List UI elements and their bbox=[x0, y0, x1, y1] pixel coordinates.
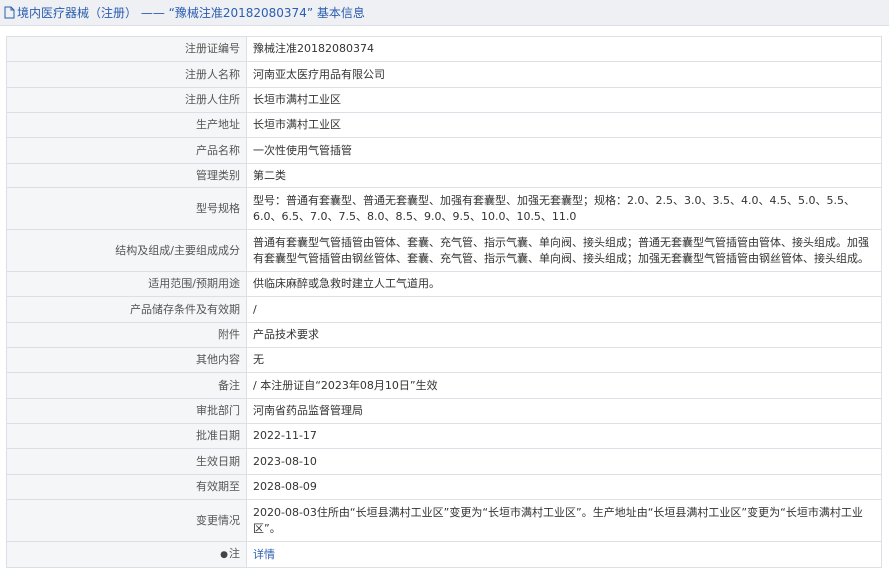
row-label: 产品储存条件及有效期 bbox=[6, 296, 247, 323]
note-value-cell: 详情 bbox=[246, 541, 882, 568]
row-value: 产品技术要求 bbox=[246, 322, 882, 348]
row-label: 生产地址 bbox=[6, 112, 247, 138]
page-header: 境内医疗器械（注册） —— “豫械注准20182080374” 基本信息 bbox=[0, 0, 889, 26]
table-row: 产品名称 一次性使用气管插管 bbox=[6, 137, 882, 164]
note-row: ●注 详情 bbox=[6, 541, 882, 568]
row-label: 注册人名称 bbox=[6, 61, 247, 88]
table-row: 产品储存条件及有效期 / bbox=[6, 296, 882, 323]
row-label: 注册人住所 bbox=[6, 87, 247, 113]
row-label: 附件 bbox=[6, 322, 247, 348]
table-row: 有效期至 2028-08-09 bbox=[6, 474, 882, 500]
document-icon bbox=[4, 6, 15, 19]
table-row: 其他内容无 bbox=[6, 347, 882, 373]
row-label: 管理类别 bbox=[6, 163, 247, 188]
row-label: 备注 bbox=[6, 372, 247, 399]
table-row: 注册人住所 长垣市满村工业区 bbox=[6, 87, 882, 113]
row-value: 普通有套囊型气管插管由管体、套囊、充气管、指示气囊、单向阀、接头组成；普通无套囊… bbox=[246, 229, 882, 272]
table-row: 生效日期 2023-08-10 bbox=[6, 448, 882, 475]
table-row: 备注 / 本注册证自“2023年08月10日”生效 bbox=[6, 372, 882, 399]
table-row: 管理类别 第二类 bbox=[6, 163, 882, 188]
row-label: 型号规格 bbox=[6, 187, 247, 230]
registration-info-table: 注册证编号 豫械注准20182080374 注册人名称 河南亚太医疗用品有限公司 注册人… bbox=[6, 36, 882, 568]
row-label: 变更情况 bbox=[6, 499, 247, 542]
row-label: 注册证编号 bbox=[6, 36, 247, 62]
row-label: 结构及组成/主要组成成分 bbox=[6, 229, 247, 272]
note-label: 注 bbox=[229, 547, 240, 560]
row-label: 有效期至 bbox=[6, 474, 247, 500]
row-value: 长垣市满村工业区 bbox=[246, 112, 882, 138]
row-value: 2020-08-03住所由“长垣县满村工业区”变更为“长垣市满村工业区”。生产地… bbox=[246, 499, 882, 542]
table-row: 型号规格 型号：普通有套囊型、普通无套囊型、加强有套囊型、加强无套囊型；规格：2.… bbox=[6, 187, 882, 230]
row-label: 产品名称 bbox=[6, 137, 247, 164]
row-value: 2023-08-10 bbox=[246, 448, 882, 475]
table-row: 变更情况 2020-08-03住所由“长垣县满村工业区”变更为“长垣市满村工业区”… bbox=[6, 499, 882, 542]
note-label-cell: ●注 bbox=[6, 541, 247, 568]
row-value: 2022-11-17 bbox=[246, 423, 882, 449]
row-value: 长垣市满村工业区 bbox=[246, 87, 882, 113]
row-value: 2028-08-09 bbox=[246, 474, 882, 500]
row-value: 第二类 bbox=[246, 163, 882, 188]
table-row: 结构及组成/主要组成成分 普通有套囊型气管插管由管体、套囊、充气管、指示气囊、单向… bbox=[6, 229, 882, 272]
table-row: 批准日期 2022-11-17 bbox=[6, 423, 882, 449]
table-row: 注册证编号 豫械注准20182080374 bbox=[6, 36, 882, 62]
row-label: 适用范围/预期用途 bbox=[6, 271, 247, 297]
page-title: 境内医疗器械（注册） —— “豫械注准20182080374” 基本信息 bbox=[17, 6, 365, 20]
pin-icon: ● bbox=[220, 550, 228, 560]
details-link[interactable]: 详情 bbox=[253, 548, 275, 561]
row-value: 供临床麻醉或急救时建立人工气道用。 bbox=[246, 271, 882, 297]
row-value: 一次性使用气管插管 bbox=[246, 137, 882, 164]
row-value: 型号：普通有套囊型、普通无套囊型、加强有套囊型、加强无套囊型；规格：2.0、2.… bbox=[246, 187, 882, 230]
table-row: 附件 产品技术要求 bbox=[6, 322, 882, 348]
row-value: 无 bbox=[246, 347, 882, 373]
row-value: 河南亚太医疗用品有限公司 bbox=[246, 61, 882, 88]
row-value: / 本注册证自“2023年08月10日”生效 bbox=[246, 372, 882, 399]
row-label: 批准日期 bbox=[6, 423, 247, 449]
row-label: 其他内容 bbox=[6, 347, 247, 373]
table-row: 适用范围/预期用途 供临床麻醉或急救时建立人工气道用。 bbox=[6, 271, 882, 297]
table-row: 注册人名称 河南亚太医疗用品有限公司 bbox=[6, 61, 882, 88]
table-row: 生产地址 长垣市满村工业区 bbox=[6, 112, 882, 138]
table-row: 审批部门 河南省药品监督管理局 bbox=[6, 398, 882, 424]
row-value: 河南省药品监督管理局 bbox=[246, 398, 882, 424]
row-label: 生效日期 bbox=[6, 448, 247, 475]
row-value: / bbox=[246, 296, 882, 323]
row-value: 豫械注准20182080374 bbox=[246, 36, 882, 62]
row-label: 审批部门 bbox=[6, 398, 247, 424]
